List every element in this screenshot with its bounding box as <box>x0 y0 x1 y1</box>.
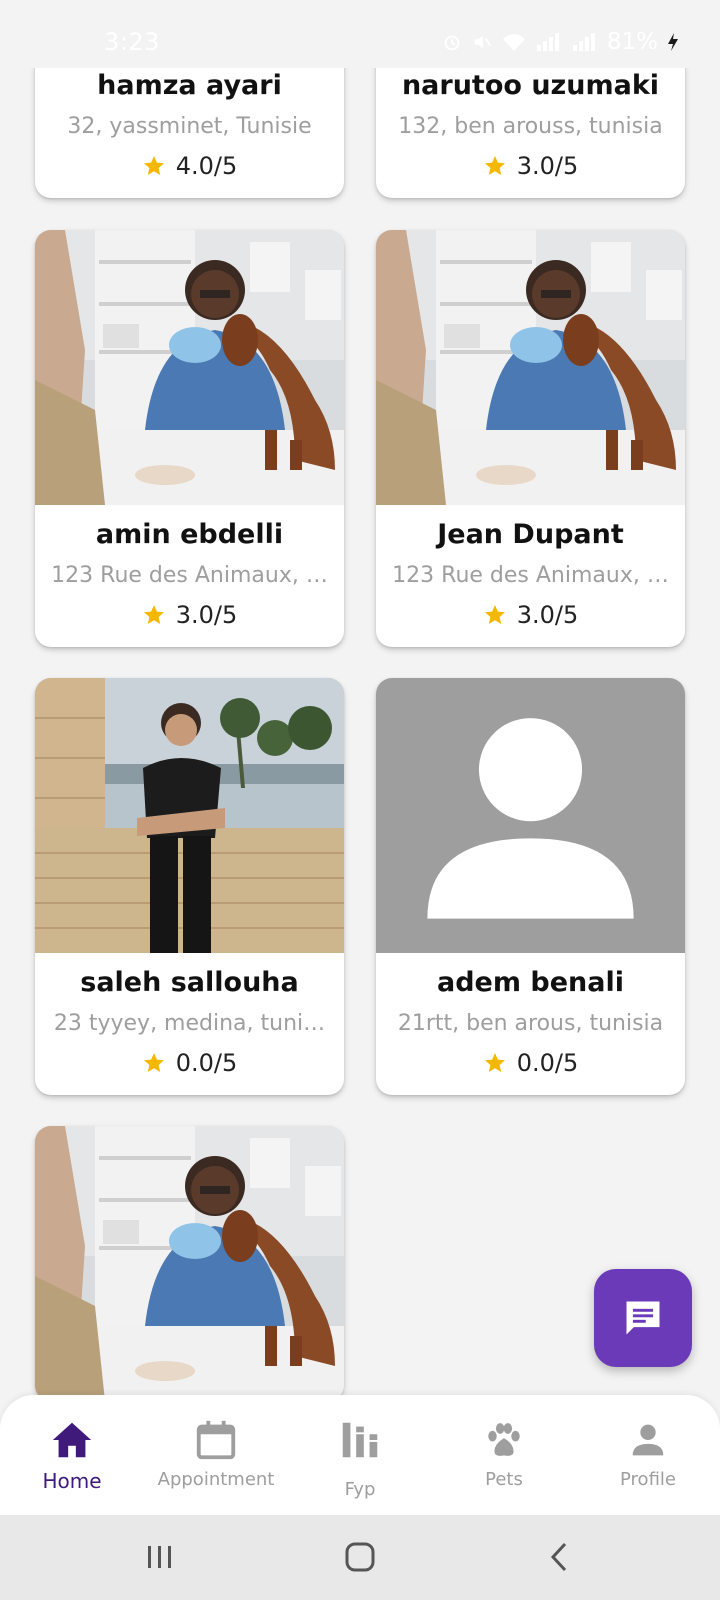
vet-card-info: hamza ayari 32, yassminet, Tunisie 4.0/5 <box>35 56 344 198</box>
nav-profile-label: Profile <box>620 1469 676 1490</box>
battery-charging-icon <box>668 33 678 51</box>
vet-rating: 0.0/5 <box>376 1049 685 1077</box>
nav-home[interactable]: Home <box>0 1395 144 1515</box>
vet-name: hamza ayari <box>97 70 282 101</box>
calendar-icon <box>196 1420 236 1460</box>
vet-photo <box>376 230 685 505</box>
bar-chart-icon <box>342 1422 378 1458</box>
nav-appointment-label: Appointment <box>157 1469 275 1490</box>
vet-photo <box>35 230 344 505</box>
nav-profile[interactable]: Profile <box>576 1395 720 1515</box>
vet-with-dog-image <box>35 1126 344 1395</box>
mute-icon <box>474 35 491 49</box>
vet-address: 123 Rue des Animaux, … <box>51 563 328 588</box>
vet-card-info: narutoo uzumaki 132, ben arouss, tunisia… <box>376 56 685 198</box>
vet-rating-value: 0.0/5 <box>175 1049 238 1077</box>
star-icon <box>483 1051 507 1075</box>
chat-icon <box>626 1301 660 1335</box>
vet-with-dog-image <box>376 230 685 505</box>
alarm-icon <box>444 35 460 51</box>
vet-rating-value: 3.0/5 <box>175 601 238 629</box>
vet-address: 23 tyyey, medina, tuni… <box>53 1011 326 1036</box>
vet-photo-placeholder <box>376 678 685 953</box>
vet-card[interactable]: amin ebdelli 123 Rue des Animaux, … 3.0/… <box>35 230 344 647</box>
vet-rating: 0.0/5 <box>35 1049 344 1077</box>
nav-pets-label: Pets <box>485 1469 523 1490</box>
vet-with-dog-image <box>35 230 344 505</box>
signal-icon <box>536 33 559 51</box>
vet-address: 123 Rue des Animaux, … <box>392 563 669 588</box>
vet-card[interactable]: adem benali 21rtt, ben arous, tunisia 0.… <box>376 678 685 1095</box>
chat-fab-button[interactable] <box>594 1269 692 1367</box>
star-icon <box>142 1051 166 1075</box>
vet-card[interactable]: Jean Dupant 123 Rue des Animaux, … 3.0/5 <box>376 230 685 647</box>
system-navigation-bar <box>0 1515 720 1600</box>
star-icon <box>483 154 507 178</box>
star-icon <box>142 603 166 627</box>
vet-rating-value: 3.0/5 <box>516 152 579 180</box>
vet-card-info: saleh sallouha 23 tyyey, medina, tuni… 0… <box>35 953 344 1095</box>
vet-rating-value: 0.0/5 <box>516 1049 579 1077</box>
vet-card-info: amin ebdelli 123 Rue des Animaux, … 3.0/… <box>35 505 344 647</box>
vet-rating: 3.0/5 <box>376 601 685 629</box>
vet-name: amin ebdelli <box>95 519 284 550</box>
battery-percent: 81% <box>606 29 658 55</box>
vet-card-info: adem benali 21rtt, ben arous, tunisia 0.… <box>376 953 685 1095</box>
vet-rating: 4.0/5 <box>35 152 344 180</box>
home-button-icon[interactable] <box>340 1537 380 1577</box>
status-time: 3:23 <box>104 28 160 56</box>
nav-fyp-label: Fyp <box>344 1479 376 1500</box>
vet-address: 132, ben arouss, tunisia <box>398 114 663 139</box>
vet-photo <box>35 1126 344 1395</box>
vet-card[interactable]: saleh sallouha 23 tyyey, medina, tuni… 0… <box>35 678 344 1095</box>
person-icon <box>632 1424 664 1456</box>
star-icon <box>483 603 507 627</box>
vet-name: adem benali <box>437 967 624 998</box>
vet-address: 32, yassminet, Tunisie <box>67 114 312 139</box>
paw-icon <box>488 1423 520 1456</box>
status-bar: 3:23 81% <box>0 0 720 68</box>
vet-name: narutoo uzumaki <box>401 70 660 101</box>
nav-home-label: Home <box>42 1469 102 1493</box>
star-icon <box>142 154 166 178</box>
home-icon <box>52 1422 92 1458</box>
nav-pets[interactable]: Pets <box>432 1395 576 1515</box>
vet-card[interactable] <box>35 1126 344 1395</box>
vet-name: saleh sallouha <box>80 967 299 998</box>
vet-photo <box>35 678 344 953</box>
wifi-icon <box>502 34 525 51</box>
vet-rating-value: 4.0/5 <box>175 152 238 180</box>
vet-name: Jean Dupant <box>437 519 624 550</box>
nav-fyp[interactable]: Fyp <box>288 1395 432 1515</box>
bottom-navigation: Home Appointment Fyp Pets Profile <box>0 1395 720 1515</box>
vet-rating: 3.0/5 <box>376 152 685 180</box>
vet-rating: 3.0/5 <box>35 601 344 629</box>
vet-rating-value: 3.0/5 <box>516 601 579 629</box>
back-icon[interactable] <box>540 1537 580 1577</box>
vet-card-info: Jean Dupant 123 Rue des Animaux, … 3.0/5 <box>376 505 685 647</box>
recent-apps-icon[interactable] <box>140 1537 180 1577</box>
nav-appointment[interactable]: Appointment <box>144 1395 288 1515</box>
person-placeholder-icon <box>427 718 634 919</box>
vet-grid: hamza ayari 32, yassminet, Tunisie 4.0/5… <box>0 0 720 1395</box>
signal-icon-2 <box>572 33 595 51</box>
status-icons: 81% <box>441 26 680 58</box>
man-by-wall-image <box>35 678 344 953</box>
vet-address: 21rtt, ben arous, tunisia <box>397 1011 664 1036</box>
